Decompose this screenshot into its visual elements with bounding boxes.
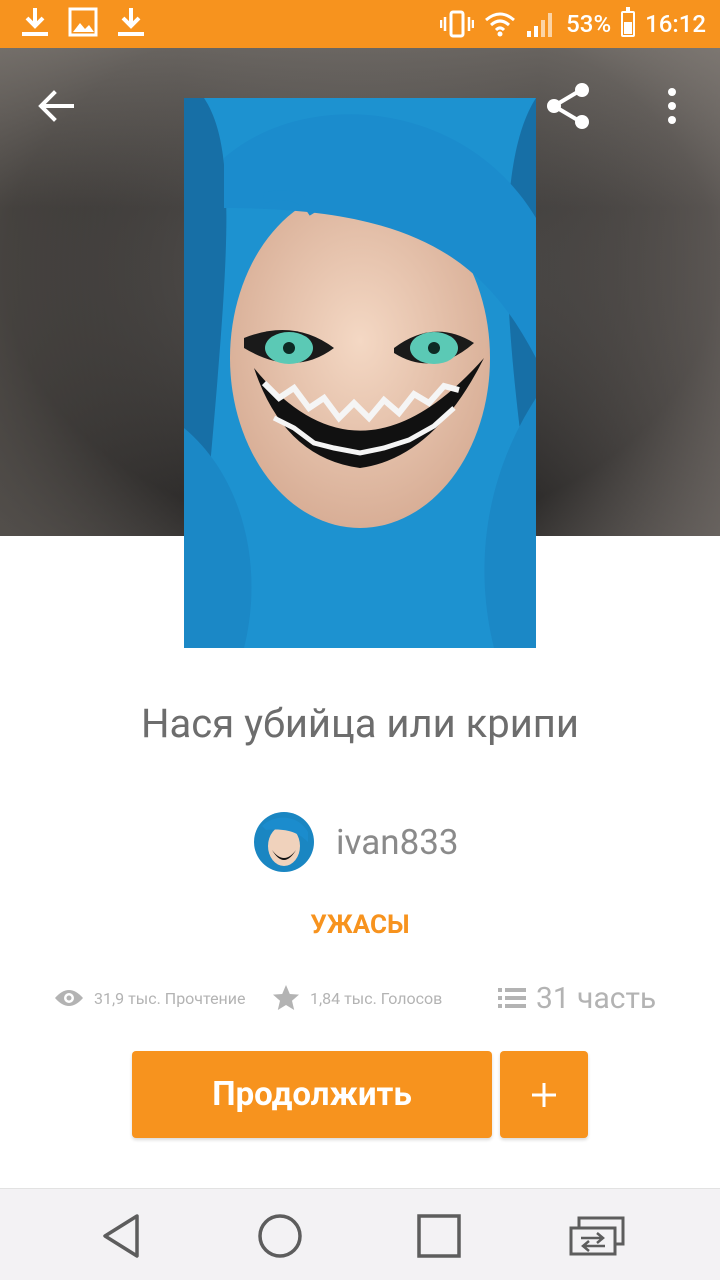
system-indicators: 53% 16:12 [440,6,706,42]
plus-icon [532,1082,556,1107]
more-options-button[interactable] [644,78,700,134]
more-vert-icon [668,88,676,124]
image-icon [68,7,98,37]
wifi-icon [485,12,516,37]
genre-label[interactable]: УЖАСЫ [0,910,720,940]
back-button[interactable] [28,78,84,134]
list-icon [498,988,526,1008]
download-icon [118,8,144,36]
nav-switch-button[interactable] [562,1201,632,1271]
votes-stat: 1,84 тыс. Голосов [272,978,442,1018]
continue-reading-button[interactable]: Продолжить [132,1051,492,1138]
share-icon [547,83,589,129]
share-button[interactable] [540,78,596,134]
parts-count: 31 часть [536,980,657,1016]
add-to-library-button[interactable] [500,1051,588,1138]
status-bar: 53% 16:12 [0,0,720,48]
author-name[interactable]: ivan833 [336,822,459,863]
signal-icon [527,13,553,37]
nav-switch-icon [569,1216,625,1256]
votes-count: 1,84 тыс. Голосов [310,988,443,1008]
nav-home-icon [258,1214,302,1258]
star-icon [273,985,299,1010]
nav-back-button[interactable] [86,1201,156,1271]
vibrate-icon [440,10,475,38]
story-cover-image [184,98,536,648]
download-icon [22,8,48,36]
system-nav-bar [0,1188,720,1280]
nav-back-icon [103,1214,139,1258]
nav-home-button[interactable] [245,1201,315,1271]
author-row[interactable]: ivan833 [254,812,459,872]
reads-count: 31,9 тыс. Прочтение [94,988,246,1008]
nav-recents-button[interactable] [404,1201,474,1271]
story-stats: 31,9 тыс. Прочтение 1,84 тыс. Голосов 31… [54,978,694,1018]
battery-percent: 53% [566,10,612,38]
parts-stat: 31 часть [498,978,656,1018]
notification-icons [20,6,146,38]
back-arrow-icon [38,90,74,122]
battery-icon [621,7,636,37]
clock: 16:12 [645,10,706,38]
nav-recents-icon [417,1214,461,1258]
story-title: Нася убийца или крипи [141,700,579,747]
reads-stat: 31,9 тыс. Прочтение [54,978,246,1018]
avatar[interactable] [254,812,314,872]
eye-icon [55,990,83,1006]
